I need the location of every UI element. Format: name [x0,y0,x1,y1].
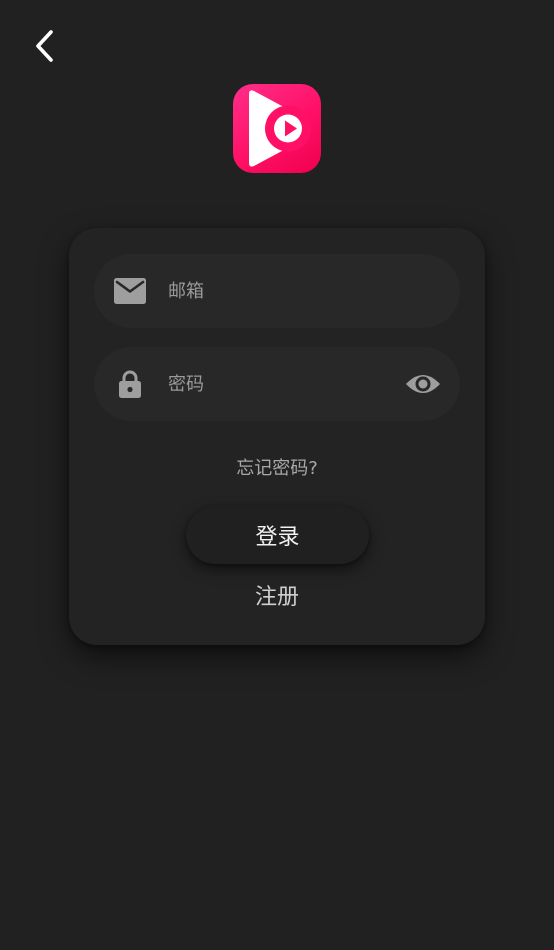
eye-icon [406,375,440,393]
login-card: 忘记密码? 登录 注册 [69,228,485,645]
back-button[interactable] [24,26,64,66]
lock-icon [112,368,148,400]
email-input[interactable] [168,254,388,328]
email-field [94,254,460,328]
forgot-password-link[interactable]: 忘记密码? [69,454,485,480]
video-play-logo [249,90,311,167]
password-field [94,347,460,421]
app-logo [233,84,321,173]
login-button[interactable]: 登录 [186,506,369,564]
register-link[interactable]: 注册 [69,579,485,611]
mail-icon [112,275,148,307]
chevron-left-icon [36,30,53,62]
password-visibility-toggle[interactable] [404,368,442,400]
password-input[interactable] [168,347,388,421]
